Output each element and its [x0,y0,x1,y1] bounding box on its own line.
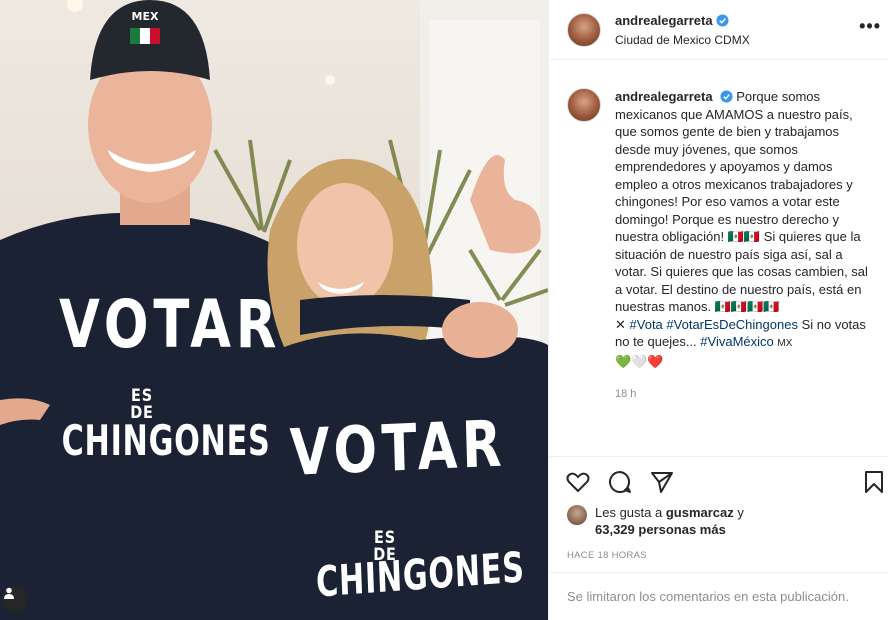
likes-prefix: Les gusta a [595,505,663,520]
avatar[interactable] [567,88,601,122]
verified-icon [716,14,729,27]
hashtag-link[interactable]: #VotarEsDeChingones [666,317,798,332]
hashtag-link[interactable]: #Vota [630,317,663,332]
bookmark-icon[interactable] [861,469,887,495]
shirt-text-votar: VOTAR [59,286,282,363]
likes-summary: Les gusta a gusmarcaz y 63,329 personas … [567,504,744,538]
action-bar [549,456,888,504]
close-x-mark: ✕ [615,316,626,332]
hashtag-link[interactable]: #VivaMéxico [700,334,773,349]
likes-conj: y [737,505,744,520]
post-caption: andrealegarreta Porque somos mexicanos q… [567,88,883,404]
caption-time: 18 h [615,388,637,400]
avatar[interactable] [567,505,587,525]
verified-icon [720,90,733,103]
heart-icon[interactable] [565,469,591,495]
flag-label: MX [777,338,793,349]
header-username[interactable]: andrealegarreta [615,13,713,28]
caption-username[interactable]: andrealegarreta [615,89,713,104]
comment-icon[interactable] [607,469,633,495]
user-tag-icon [4,587,14,599]
share-icon[interactable] [649,469,675,495]
hearts-emoji: 💚🤍❤️ [615,353,664,369]
post-header: andrealegarreta Ciudad de Mexico CDMX ••… [549,0,888,60]
more-icon[interactable]: ••• [859,16,881,37]
likes-count[interactable]: 63,329 personas más [595,522,726,537]
cap-logo-text: MEX [131,10,159,23]
comments-limited-notice: Se limitaron los comentarios en esta pub… [549,572,888,620]
post-details-panel: andrealegarreta Ciudad de Mexico CDMX ••… [548,0,888,620]
user-tag-button[interactable] [2,586,28,612]
liker-username[interactable]: gusmarcaz [666,505,734,520]
avatar[interactable] [567,12,601,47]
post-photo[interactable]: MEX VOTAR ES DE CHINGONES VOTAR ES DE CH… [0,0,548,620]
shirt-text-votar: VOTAR [289,407,508,491]
location-link[interactable]: Ciudad de Mexico CDMX [615,33,750,47]
shirt-text-chingones: CHINGONES [61,416,271,465]
post-timestamp[interactable]: HACE 18 HORAS [567,550,647,561]
caption-text: Porque somos mexicanos que AMAMOS a nues… [615,89,868,314]
shirt-text-chingones: CHINGONES [315,542,526,607]
